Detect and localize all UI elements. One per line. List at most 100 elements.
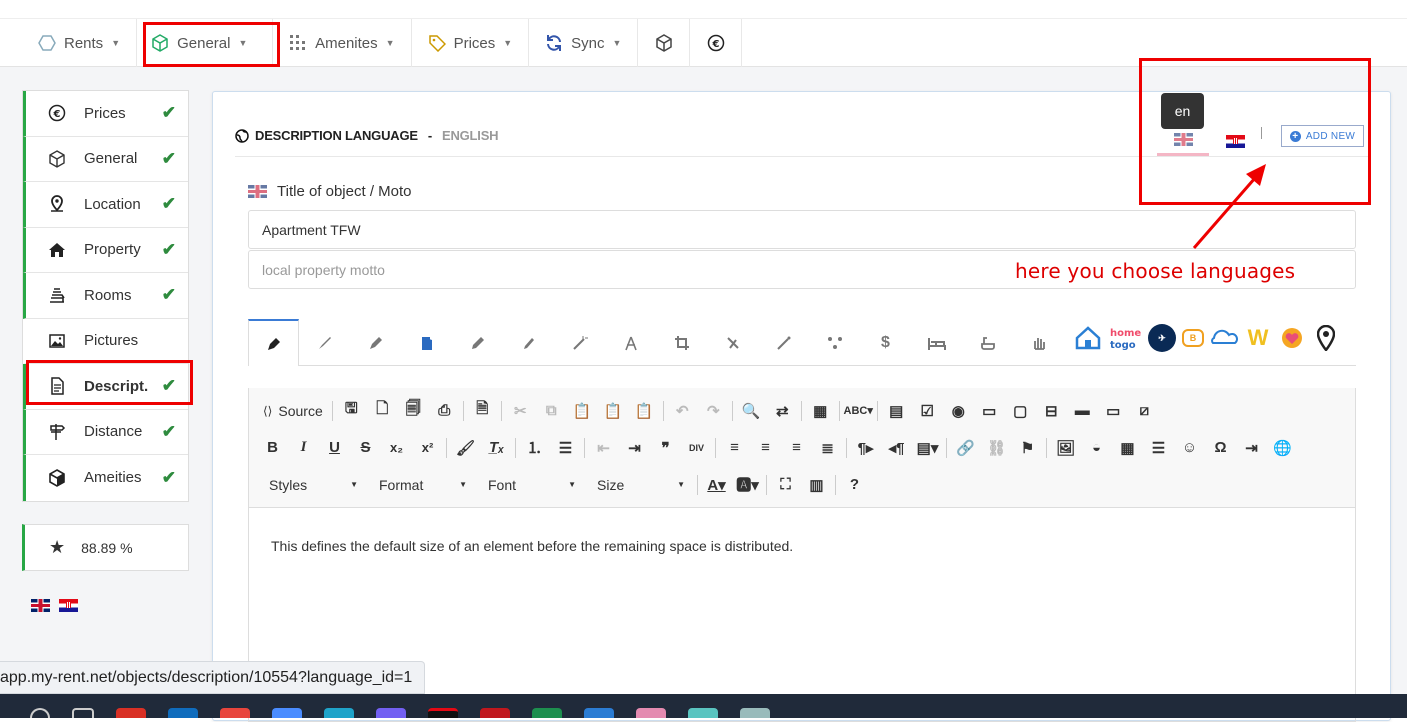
heart-logo-icon[interactable] [1278, 324, 1306, 352]
hidden-field-icon[interactable]: ⧄ [1129, 398, 1160, 424]
page-break-icon[interactable]: ⇥ [1236, 435, 1267, 461]
superscript-icon[interactable]: x² [412, 435, 443, 461]
radio-icon[interactable]: ◉ [943, 398, 974, 424]
find-icon[interactable]: 🔍 [736, 398, 767, 424]
nav-rents[interactable]: Rents ▼ [22, 19, 138, 67]
sidebar-item-general[interactable]: General ✔ [23, 136, 188, 182]
unlink-icon[interactable]: ⛓ [981, 435, 1012, 461]
nav-cube-button[interactable] [638, 19, 691, 67]
language-icon[interactable]: ▤▾ [912, 435, 943, 461]
special-char-icon[interactable]: Ω [1205, 435, 1236, 461]
styles-dropdown[interactable]: Styles ▼ [257, 473, 364, 497]
tab-sparkle[interactable] [758, 320, 809, 366]
image-button-icon[interactable]: ▭ [1098, 398, 1129, 424]
show-blocks-icon[interactable]: ▥ [801, 472, 832, 498]
undo-icon[interactable]: ↶ [667, 398, 698, 424]
outdent-icon[interactable]: ⇤ [588, 435, 619, 461]
taskbar-taskview-icon[interactable] [72, 708, 94, 718]
tab-compass[interactable] [605, 320, 656, 366]
cut-icon[interactable]: ✂ [505, 398, 536, 424]
rtl-icon[interactable]: ◂¶ [881, 435, 912, 461]
paste-word-icon[interactable]: 📋 [629, 398, 660, 424]
flash-icon[interactable]: ◒ [1081, 435, 1112, 461]
croatia-flag-icon[interactable] [59, 599, 78, 612]
tab-bed[interactable] [911, 320, 962, 366]
uk-flag-icon[interactable] [31, 599, 50, 612]
tab-brush-1[interactable] [299, 320, 350, 366]
maximize-icon[interactable]: ⛶ [770, 472, 801, 498]
spellcheck-icon[interactable]: ABC▾ [843, 398, 874, 424]
taskbar-app-darkred-icon[interactable] [480, 708, 510, 718]
remove-format-icon[interactable]: T̲ₓ [481, 435, 512, 461]
textfield-icon[interactable]: ▭ [974, 398, 1005, 424]
plane-logo-icon[interactable]: ✈ [1148, 324, 1176, 352]
preview-icon[interactable]: 🗐 [398, 398, 429, 424]
link-icon[interactable]: 🔗 [950, 435, 981, 461]
align-right-icon[interactable]: ≡ [781, 435, 812, 461]
tab-nodes[interactable] [809, 320, 860, 366]
smiley-icon[interactable]: ☺ [1174, 435, 1205, 461]
align-justify-icon[interactable]: ≣ [812, 435, 843, 461]
select-all-icon[interactable]: ▦ [805, 398, 836, 424]
iframe-globe-icon[interactable]: 🌐 [1267, 435, 1298, 461]
map-pin-logo-icon[interactable] [1312, 324, 1340, 352]
paste-text-icon[interactable]: 📋 [598, 398, 629, 424]
size-dropdown[interactable]: Size ▼ [585, 473, 691, 497]
nav-prices[interactable]: Prices ▼ [412, 19, 530, 67]
horizontal-line-icon[interactable]: ☰ [1143, 435, 1174, 461]
taskbar-search-icon[interactable] [30, 708, 50, 718]
sidebar-item-property[interactable]: Property ✔ [23, 227, 188, 273]
print-icon[interactable]: ⎙ [429, 398, 460, 424]
paste-icon[interactable]: 📋 [567, 398, 598, 424]
tab-magic[interactable] [554, 320, 605, 366]
font-dropdown[interactable]: Font ▼ [476, 473, 582, 497]
taskbar-zoom-icon[interactable] [272, 708, 302, 718]
orange-logo-icon[interactable]: B [1182, 329, 1204, 347]
taskbar-netflix-icon[interactable] [428, 708, 458, 718]
tab-bath[interactable] [962, 320, 1013, 366]
anchor-flag-icon[interactable]: ⚑ [1012, 435, 1043, 461]
nav-amenites[interactable]: Amenites ▼ [273, 19, 412, 67]
tab-hand[interactable] [1013, 320, 1064, 366]
sidebar-item-location[interactable]: Location ✔ [23, 182, 188, 228]
sidebar-item-ameities[interactable]: Ameities ✔ [23, 455, 188, 501]
checkbox-icon[interactable]: ☑ [912, 398, 943, 424]
taskbar-app-red-icon[interactable] [220, 708, 250, 718]
taskbar-app-teal-icon[interactable] [688, 708, 718, 718]
sidebar-item-rooms[interactable]: Rooms ✔ [23, 273, 188, 319]
house-logo-icon[interactable] [1074, 324, 1102, 352]
taskbar-edge-icon[interactable] [324, 708, 354, 718]
blockquote-icon[interactable]: ❞ [650, 435, 681, 461]
copy-icon[interactable]: ⧉ [536, 398, 567, 424]
nav-euro-button[interactable]: € [690, 19, 743, 67]
underline-icon[interactable]: U [319, 435, 350, 461]
format-dropdown[interactable]: Format ▼ [367, 473, 473, 497]
sidebar-item-pictures[interactable]: Pictures [23, 318, 188, 364]
numbered-list-icon[interactable]: ⒈ [519, 435, 550, 461]
taskbar-viber-icon[interactable] [376, 708, 406, 718]
taskbar-word-icon[interactable] [584, 708, 614, 718]
image-icon[interactable]: 🖼 [1050, 435, 1081, 461]
taskbar-notepad-icon[interactable] [740, 708, 770, 718]
cloud-logo-icon[interactable] [1210, 324, 1238, 352]
taskbar-app-pink-icon[interactable] [636, 708, 666, 718]
templates-icon[interactable]: 🗎 [467, 398, 498, 424]
editor-content[interactable]: This defines the default size of an elem… [249, 508, 1355, 584]
bulleted-list-icon[interactable]: ☰ [550, 435, 581, 461]
new-page-icon[interactable]: 🗋 [367, 398, 398, 424]
tab-door[interactable] [401, 320, 452, 366]
hometogo-logo-icon[interactable]: home togo [1108, 324, 1142, 352]
tab-dollar[interactable]: $ [860, 320, 911, 366]
select-field-icon[interactable]: ⊟ [1036, 398, 1067, 424]
indent-icon[interactable]: ⇥ [619, 435, 650, 461]
ltr-icon[interactable]: ¶▸ [850, 435, 881, 461]
div-icon[interactable]: DIV [681, 435, 712, 461]
text-color-icon[interactable]: A▾ [701, 472, 732, 498]
italic-icon[interactable]: I [288, 435, 319, 461]
w-logo-icon[interactable]: W [1244, 324, 1272, 352]
taskbar-outlook-icon[interactable] [168, 708, 198, 718]
tab-pen-2[interactable] [350, 320, 401, 366]
tab-editor-default[interactable] [248, 319, 299, 366]
form-icon[interactable]: ▤ [881, 398, 912, 424]
subscript-icon[interactable]: x₂ [381, 435, 412, 461]
